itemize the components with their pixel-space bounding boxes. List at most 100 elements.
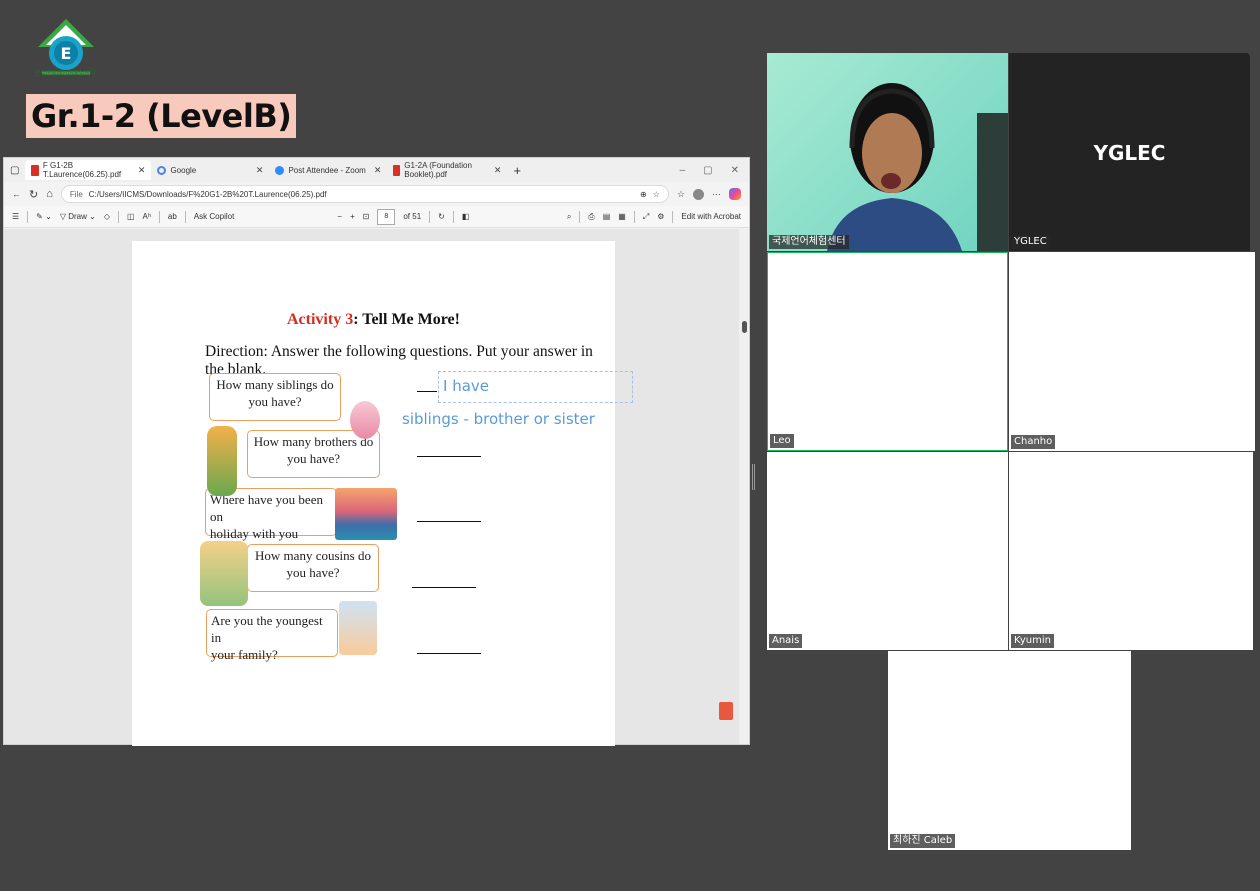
- refresh-icon[interactable]: ↻: [29, 188, 38, 201]
- tab-label: Post Attendee - Zoom: [288, 165, 366, 175]
- adobe-pdf-icon[interactable]: [719, 702, 733, 720]
- copilot-icon[interactable]: [729, 188, 741, 200]
- close-window-icon[interactable]: ✕: [731, 165, 739, 176]
- participant-tile-video[interactable]: 국제언어체험센터: [767, 53, 1008, 251]
- home-icon[interactable]: ⌂: [46, 188, 53, 200]
- logo-caption: 인수군국제언어체험센터: [34, 70, 96, 77]
- question-box: How many siblings do you have?: [209, 373, 341, 421]
- tab-actions-icon[interactable]: ▢: [4, 165, 25, 176]
- answer-blank: [417, 456, 481, 457]
- tab-bar: ▢ F G1-2B T.Laurence(06.25).pdf ✕ Google…: [4, 158, 749, 182]
- participant-name: Anais: [769, 634, 803, 648]
- zoom-search-icon[interactable]: ⊕: [640, 190, 647, 199]
- fit-page-icon[interactable]: ⊡: [363, 212, 370, 221]
- participant-tile-caleb[interactable]: 최하진 Caleb: [888, 651, 1131, 850]
- url-text: C:/Users/IICMS/Downloads/F%20G1-2B%20T.L…: [88, 189, 327, 199]
- translate-icon[interactable]: ab: [168, 212, 177, 221]
- save-as-icon[interactable]: ▦: [618, 212, 626, 221]
- participant-tile-anais[interactable]: Anais: [767, 452, 1008, 650]
- beach-sunset-image: [335, 488, 397, 540]
- svg-text:E: E: [61, 44, 72, 63]
- address-bar: ← ↻ ⌂ File C:/Users/IICMS/Downloads/F%20…: [4, 182, 749, 206]
- profile-icon[interactable]: [693, 188, 704, 200]
- page-view-icon[interactable]: ◫: [127, 212, 135, 221]
- tab-label: G1-2A (Foundation Booklet).pdf: [404, 161, 472, 179]
- presenter-video: [827, 83, 1008, 251]
- google-icon: [157, 165, 167, 175]
- family-illustration: [200, 541, 248, 606]
- zoom-icon: [275, 165, 285, 175]
- close-icon[interactable]: ✕: [494, 165, 502, 176]
- vertical-scrollbar[interactable]: [739, 229, 749, 744]
- tab-pdf-foundation[interactable]: G1-2A (Foundation Booklet).pdf ✕: [387, 160, 507, 180]
- split-divider-handle[interactable]: [752, 464, 755, 490]
- tab-pdf-laurence[interactable]: F G1-2B T.Laurence(06.25).pdf ✕: [25, 160, 152, 180]
- maximize-icon[interactable]: ▢: [703, 165, 712, 176]
- browser-window: ▢ F G1-2B T.Laurence(06.25).pdf ✕ Google…: [3, 157, 750, 746]
- tab-zoom[interactable]: Post Attendee - Zoom ✕: [269, 160, 387, 180]
- settings-gear-icon[interactable]: ⚙: [657, 212, 664, 221]
- answer-text: siblings - brother or sister: [402, 410, 595, 428]
- participant-name: 국제언어체험센터: [769, 235, 849, 249]
- back-icon[interactable]: ←: [12, 189, 21, 199]
- fullscreen-icon[interactable]: ⤢: [643, 212, 649, 222]
- new-tab-button[interactable]: +: [507, 163, 527, 178]
- zoom-out-button[interactable]: −: [337, 212, 342, 221]
- find-icon[interactable]: ⌕: [567, 212, 571, 222]
- close-icon[interactable]: ✕: [374, 165, 382, 176]
- more-icon[interactable]: ···: [712, 189, 721, 199]
- url-field[interactable]: File C:/Users/IICMS/Downloads/F%20G1-2B%…: [60, 185, 669, 203]
- answer-textbox[interactable]: I have: [438, 371, 633, 403]
- answer-blank: [417, 653, 481, 654]
- pdf-viewer[interactable]: Activity 3: Tell Me More! Direction: Ans…: [4, 229, 749, 746]
- draw-button[interactable]: ▽ Draw ⌄: [60, 212, 96, 221]
- activity-title: Activity 3: Tell Me More!: [287, 311, 460, 328]
- participant-name: Kyumin: [1011, 634, 1054, 648]
- participant-tile-chanho[interactable]: Chanho: [1009, 252, 1255, 451]
- pdf-toolbar: ☰ ✎ ⌄ ▽ Draw ⌄ ◇ ◫ Aʰ ab Ask Copilot − +…: [4, 206, 749, 228]
- two-page-icon[interactable]: ◧: [462, 212, 470, 221]
- star-icon[interactable]: ☆: [653, 190, 660, 199]
- participant-tile-leo[interactable]: Leo: [767, 252, 1008, 451]
- favorites-icon[interactable]: ☆: [677, 189, 685, 200]
- participant-tile-yglec[interactable]: YGLEC YGLEC: [1009, 53, 1250, 251]
- participant-name: Leo: [770, 434, 794, 448]
- ask-copilot-button[interactable]: Ask Copilot: [194, 212, 234, 221]
- highlight-icon[interactable]: ✎ ⌄: [36, 212, 52, 221]
- save-icon[interactable]: ▤: [603, 212, 611, 221]
- close-icon[interactable]: ✕: [138, 165, 146, 176]
- print-icon[interactable]: ⎙: [588, 212, 594, 222]
- read-aloud-icon[interactable]: Aʰ: [143, 212, 151, 221]
- participant-tile-kyumin[interactable]: Kyumin: [1009, 452, 1253, 650]
- participant-name: Chanho: [1011, 435, 1056, 449]
- kids-hug-illustration: [350, 401, 380, 439]
- answer-blank: [412, 587, 476, 588]
- tab-google[interactable]: Google ✕: [151, 160, 269, 180]
- participant-name: YGLEC: [1011, 235, 1050, 249]
- page-number-input[interactable]: 8: [377, 208, 396, 225]
- pdf-page: Activity 3: Tell Me More! Direction: Ans…: [132, 241, 633, 746]
- pdf-icon: [31, 164, 39, 176]
- edit-with-acrobat-button[interactable]: Edit with Acrobat: [681, 212, 741, 221]
- rotate-icon[interactable]: ↻: [438, 212, 445, 221]
- pdf-icon: [393, 164, 401, 176]
- minimize-icon[interactable]: –: [680, 165, 686, 176]
- zoom-in-button[interactable]: +: [350, 212, 355, 221]
- close-icon[interactable]: ✕: [256, 165, 264, 176]
- answer-blank: [417, 521, 481, 522]
- file-chip: File: [69, 189, 83, 199]
- answer-blank: [417, 391, 437, 392]
- contents-icon[interactable]: ☰: [12, 212, 19, 221]
- page-title: Gr.1-2 (LevelB): [26, 94, 297, 138]
- participant-name: 최하진 Caleb: [890, 834, 956, 848]
- kid-backpack-illustration: [339, 601, 377, 655]
- erase-icon[interactable]: ◇: [104, 212, 110, 221]
- tab-label: F G1-2B T.Laurence(06.25).pdf: [42, 161, 122, 179]
- participant-display-name: YGLEC: [1093, 141, 1166, 165]
- boy-carrying-girl-illustration: [207, 426, 237, 496]
- page-total: of 51: [403, 212, 422, 221]
- tab-label: Google: [170, 165, 197, 175]
- window-controls: – ▢ ✕: [680, 165, 749, 176]
- question-box: Are you the youngest in your family?: [206, 609, 338, 662]
- scroll-thumb[interactable]: [742, 321, 747, 333]
